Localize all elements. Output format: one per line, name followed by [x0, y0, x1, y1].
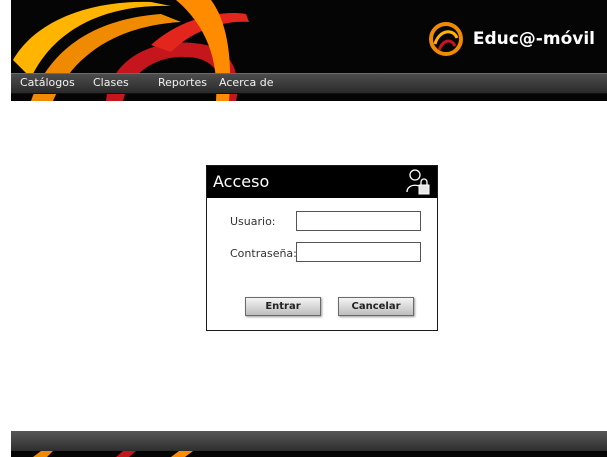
password-input[interactable] — [296, 242, 421, 262]
nav-item-acerca-de[interactable]: Acerca de — [219, 76, 273, 89]
brand-name: Educ@-móvil — [472, 29, 595, 49]
nav-item-catalogos[interactable]: Catálogos — [20, 76, 75, 89]
username-input[interactable] — [296, 211, 421, 231]
footer-swirl-graphic — [33, 451, 193, 457]
app-footer — [11, 431, 607, 457]
password-label: Contraseña: — [230, 247, 297, 260]
brand: Educ@-móvil — [428, 22, 595, 56]
swirl-logo-icon — [428, 22, 463, 56]
app-header: Educ@-móvil Catálogos Clases Reportes Ac… — [11, 0, 607, 101]
cancel-button[interactable]: Cancelar — [338, 297, 414, 316]
login-title: Acceso — [213, 172, 270, 191]
user-lock-icon — [406, 169, 430, 195]
login-header: Acceso — [207, 166, 437, 198]
submit-button[interactable]: Entrar — [245, 297, 321, 316]
nav-item-reportes[interactable]: Reportes — [158, 76, 207, 89]
nav-item-clases[interactable]: Clases — [93, 76, 129, 89]
main-nav: Catálogos Clases Reportes Acerca de — [11, 73, 607, 94]
username-label: Usuario: — [230, 215, 276, 228]
login-dialog: Acceso Usuario: Contraseña: Entrar Cance… — [206, 165, 438, 331]
